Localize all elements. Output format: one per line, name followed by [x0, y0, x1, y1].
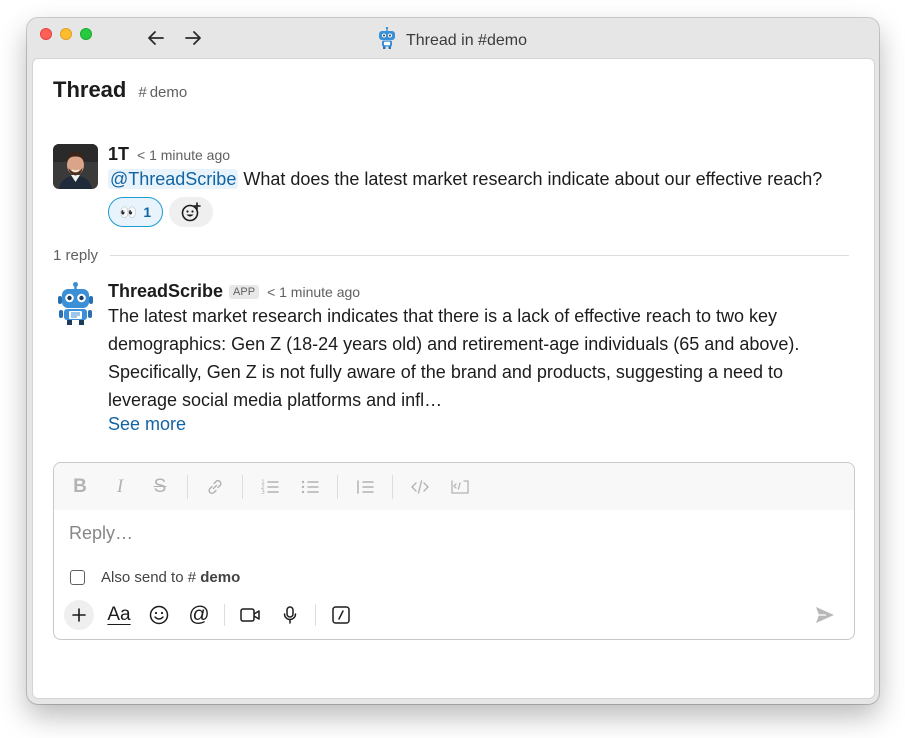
- also-send-checkbox[interactable]: [70, 570, 85, 585]
- user-mention[interactable]: @ThreadScribe: [108, 169, 239, 189]
- reaction-eyes[interactable]: 👀 1: [108, 197, 163, 227]
- reply-composer: B I S 123 Reply… Also send to # demo Aa …: [53, 462, 855, 640]
- ordered-list-icon[interactable]: 123: [257, 474, 283, 500]
- app-window: Thread in #demo Thread # demo 1T < 1 min…: [27, 18, 879, 704]
- bot-avatar[interactable]: [53, 281, 98, 326]
- channel-link[interactable]: # demo: [138, 84, 187, 101]
- forward-arrow-icon[interactable]: [183, 28, 203, 48]
- send-icon[interactable]: [810, 600, 840, 630]
- code-icon[interactable]: [407, 474, 433, 500]
- svg-text:3: 3: [261, 489, 265, 496]
- text-format-icon[interactable]: Aa: [104, 600, 134, 630]
- also-send-option: Also send to # demo: [70, 569, 240, 586]
- reaction-count: 1: [143, 204, 152, 220]
- message-text: The latest market research indicates tha…: [108, 306, 800, 410]
- author-name[interactable]: ThreadScribe: [108, 281, 223, 302]
- zoom-window-button[interactable]: [80, 28, 92, 40]
- divider: [187, 474, 188, 499]
- thread-header: Thread # demo: [53, 77, 187, 103]
- mention-icon[interactable]: @: [184, 600, 214, 630]
- message-body: 1T < 1 minute ago @ThreadScribe What doe…: [108, 144, 822, 227]
- message-content: What does the latest market research ind…: [238, 169, 823, 189]
- timestamp[interactable]: < 1 minute ago: [267, 284, 360, 300]
- divider: [110, 255, 849, 256]
- add-emoji-icon: [181, 202, 201, 222]
- title-bar: Thread in #demo: [27, 18, 879, 58]
- message-header: 1T < 1 minute ago: [108, 144, 822, 165]
- message-body: ThreadScribe APP < 1 minute ago The late…: [108, 281, 828, 435]
- composer-toolbar: Aa @: [64, 600, 366, 630]
- link-icon[interactable]: [202, 474, 228, 500]
- also-send-label: Also send to # demo: [101, 569, 241, 586]
- message-header: ThreadScribe APP < 1 minute ago: [108, 281, 828, 302]
- eyes-emoji-icon: 👀: [119, 203, 138, 220]
- thread-panel: Thread # demo 1T < 1 minute ago @ThreadS…: [32, 58, 875, 699]
- divider: [242, 474, 243, 499]
- hash-icon: #: [138, 84, 147, 101]
- page-title: Thread: [53, 77, 127, 102]
- window-title-group: Thread in #demo: [377, 26, 527, 54]
- avatar[interactable]: [53, 144, 98, 189]
- robot-icon: [53, 281, 98, 326]
- timestamp[interactable]: < 1 minute ago: [137, 147, 230, 163]
- microphone-icon[interactable]: [275, 600, 305, 630]
- author-name[interactable]: 1T: [108, 144, 129, 165]
- blockquote-icon[interactable]: [352, 474, 378, 500]
- strikethrough-icon[interactable]: S: [147, 474, 173, 500]
- italic-icon[interactable]: I: [107, 474, 133, 500]
- bulleted-list-icon[interactable]: [297, 474, 323, 500]
- plus-icon[interactable]: [64, 600, 94, 630]
- reply-separator: 1 reply: [53, 247, 849, 264]
- slash-command-icon[interactable]: [326, 600, 356, 630]
- video-icon[interactable]: [235, 600, 265, 630]
- reply-count: 1 reply: [53, 247, 99, 264]
- back-arrow-icon[interactable]: [146, 28, 166, 48]
- window-title: Thread in #demo: [406, 31, 527, 49]
- code-block-icon[interactable]: [447, 474, 473, 500]
- formatting-toolbar: B I S 123: [54, 463, 854, 510]
- reply-input[interactable]: Reply…: [69, 523, 133, 544]
- message-text: @ThreadScribe What does the latest marke…: [108, 165, 822, 193]
- divider: [315, 604, 316, 626]
- add-reaction-button[interactable]: [169, 197, 213, 227]
- see-more-link[interactable]: See more: [108, 414, 828, 435]
- bold-icon[interactable]: B: [67, 474, 93, 500]
- close-window-button[interactable]: [40, 28, 52, 40]
- channel-name: demo: [149, 84, 188, 101]
- divider: [392, 474, 393, 499]
- reactions-bar: 👀 1: [108, 197, 822, 227]
- divider: [224, 604, 225, 626]
- emoji-icon[interactable]: [144, 600, 174, 630]
- app-badge: APP: [229, 285, 260, 299]
- robot-app-icon: [377, 26, 397, 54]
- divider: [337, 474, 338, 499]
- minimize-window-button[interactable]: [60, 28, 72, 40]
